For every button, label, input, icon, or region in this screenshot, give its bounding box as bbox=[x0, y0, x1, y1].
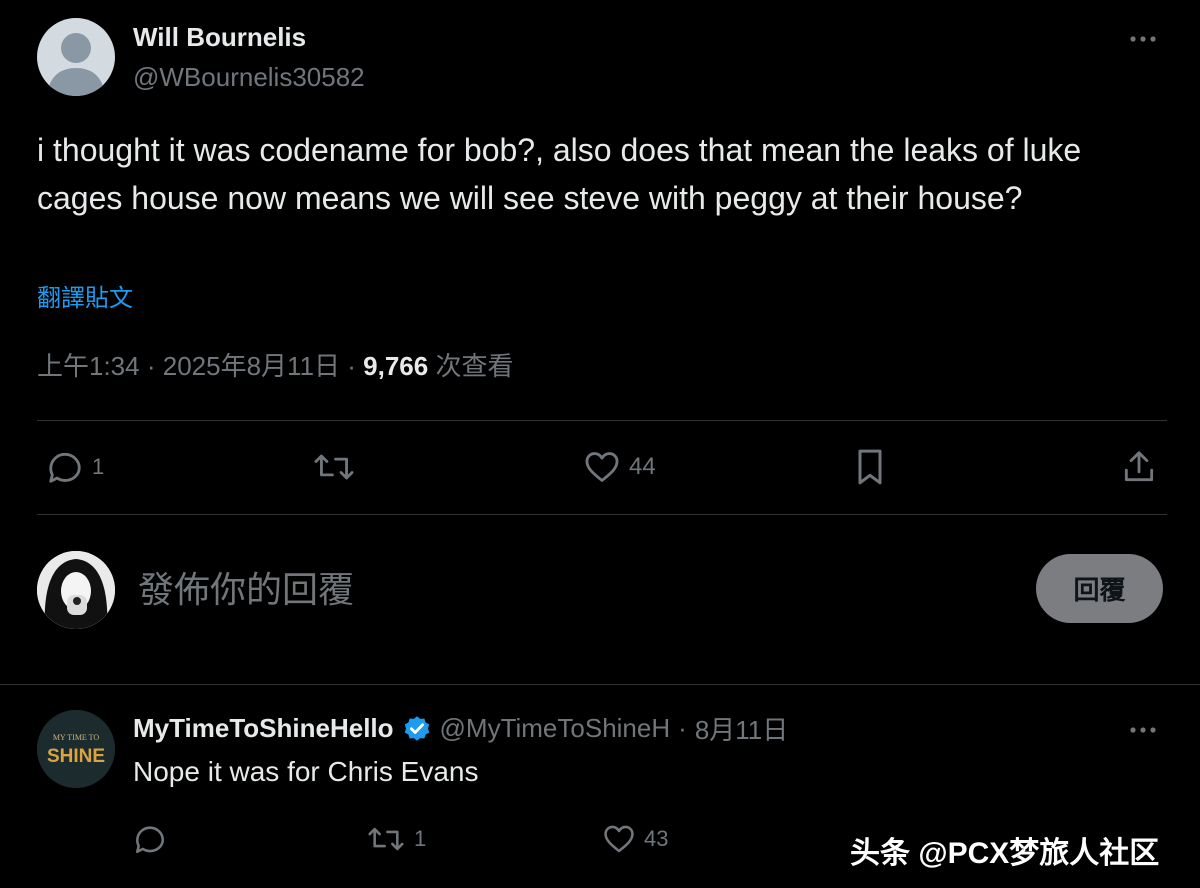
default-avatar-icon bbox=[47, 33, 105, 96]
current-user-avatar[interactable] bbox=[37, 551, 115, 629]
translate-post-link[interactable]: 翻譯貼文 bbox=[37, 278, 133, 313]
more-icon bbox=[1130, 36, 1156, 42]
more-icon bbox=[1130, 727, 1156, 733]
reply-like-button[interactable]: 43 bbox=[602, 822, 668, 856]
reply-date[interactable]: 8月11日 bbox=[695, 710, 788, 747]
repost-icon bbox=[368, 827, 404, 851]
share-icon bbox=[1124, 451, 1154, 482]
author-handle[interactable]: @WBournelis30582 bbox=[133, 62, 365, 93]
reply-repost-count: 1 bbox=[414, 826, 427, 851]
reply-compose-input[interactable] bbox=[136, 566, 1000, 614]
reply-count: 1 bbox=[92, 454, 105, 479]
reply-repost-button[interactable]: 1 bbox=[366, 822, 426, 856]
reply-icon bbox=[49, 452, 81, 483]
separator-dot: · bbox=[146, 351, 163, 381]
reply-more-options-button[interactable] bbox=[1126, 717, 1160, 743]
divider bbox=[0, 684, 1200, 685]
reply-like-count: 43 bbox=[644, 826, 669, 851]
tweet-text: i thought it was codename for bob?, also… bbox=[37, 132, 1082, 216]
reply-button[interactable]: 1 bbox=[46, 448, 104, 486]
author-name[interactable]: Will Bournelis bbox=[133, 22, 306, 53]
submit-reply-button[interactable]: 回覆 bbox=[1036, 554, 1163, 623]
share-button[interactable] bbox=[1120, 447, 1158, 487]
repost-icon bbox=[314, 454, 354, 480]
repost-button[interactable] bbox=[312, 448, 356, 486]
reply-header: MyTimeToShineHello @MyTimeToShineH · 8月1… bbox=[133, 710, 788, 747]
like-count: 44 bbox=[629, 453, 656, 480]
separator-dot: · bbox=[678, 713, 687, 743]
watermark: 头条 @PCX梦旅人社区 bbox=[850, 837, 1160, 870]
divider bbox=[37, 514, 1167, 515]
bookmark-button[interactable] bbox=[853, 447, 887, 487]
reply-author-name[interactable]: MyTimeToShineHello bbox=[133, 713, 394, 744]
reply-text: Nope it was for Chris Evans bbox=[133, 756, 479, 787]
svg-text:MY TIME TO: MY TIME TO bbox=[53, 733, 100, 742]
bookmark-icon bbox=[858, 449, 882, 485]
like-icon bbox=[604, 825, 634, 853]
svg-text:SHINE: SHINE bbox=[47, 746, 105, 767]
like-button[interactable]: 44 bbox=[583, 448, 656, 486]
shine-logo-icon: MY TIME TO SHINE bbox=[37, 710, 115, 788]
more-options-button[interactable] bbox=[1126, 26, 1160, 52]
verified-badge-icon bbox=[404, 715, 429, 741]
like-icon bbox=[585, 452, 619, 482]
reply-author-handle[interactable]: @MyTimeToShineH bbox=[440, 713, 671, 744]
separator-dot: · bbox=[347, 351, 364, 381]
reply-icon bbox=[135, 826, 165, 854]
views-count[interactable]: 9,766 bbox=[363, 351, 428, 381]
views-label: 次查看 bbox=[435, 351, 514, 381]
reply-reply-button[interactable] bbox=[133, 822, 167, 856]
author-avatar[interactable] bbox=[37, 18, 115, 96]
user-photo-icon bbox=[37, 551, 115, 629]
tweet-time[interactable]: 上午1:34 bbox=[37, 351, 140, 381]
reply-author-avatar[interactable]: MY TIME TO SHINE bbox=[37, 710, 115, 788]
tweet-meta: 上午1:34 · 2025年8月11日 · 9,766 次查看 bbox=[37, 346, 513, 383]
divider bbox=[37, 420, 1167, 421]
tweet-date[interactable]: 2025年8月11日 bbox=[163, 351, 340, 381]
